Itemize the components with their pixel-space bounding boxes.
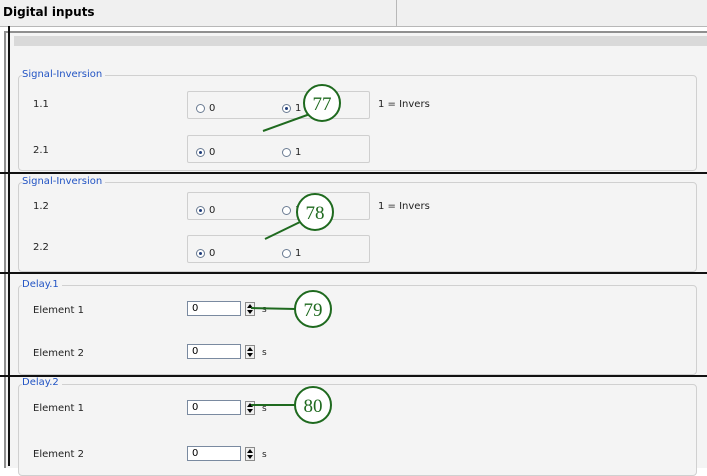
callout-80: 80 xyxy=(251,386,332,424)
callout-77: 77 xyxy=(262,84,341,132)
callout-79: 79 xyxy=(250,290,332,328)
svg-text:79: 79 xyxy=(304,300,323,321)
callout-overlay: 77 78 79 80 xyxy=(250,84,341,424)
svg-text:78: 78 xyxy=(306,203,325,224)
svg-text:77: 77 xyxy=(313,94,332,115)
svg-text:80: 80 xyxy=(304,396,323,417)
callout-78: 78 xyxy=(264,193,334,240)
